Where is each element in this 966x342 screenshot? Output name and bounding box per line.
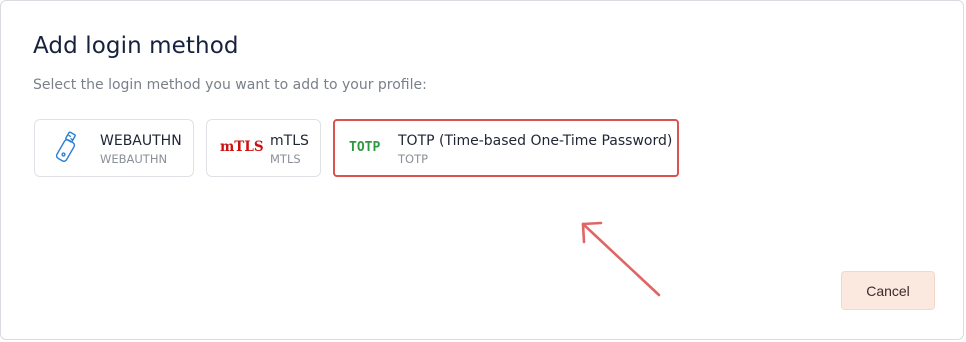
add-login-method-dialog: Add login method Select the login method… xyxy=(0,0,964,340)
method-sublabel: WEBAUTHN xyxy=(100,152,168,166)
method-card-totp[interactable]: TOTP TOTP (Time-based One-Time Password)… xyxy=(333,119,679,177)
mtls-logo-icon: mTLS xyxy=(220,139,264,155)
method-card-webauthn[interactable]: WEBAUTHN WEBAUTHN xyxy=(34,119,194,177)
totp-logo-icon: TOTP xyxy=(349,140,381,155)
method-label: mTLS xyxy=(270,133,309,149)
method-card-mtls[interactable]: mTLS mTLS MTLS xyxy=(206,119,321,177)
dialog-subtitle: Select the login method you want to add … xyxy=(33,77,427,93)
method-sublabel: MTLS xyxy=(270,152,301,166)
method-label: WEBAUTHN xyxy=(100,133,182,149)
usb-key-icon xyxy=(53,130,85,166)
annotation-arrow xyxy=(581,221,661,297)
method-label: TOTP (Time-based One-Time Password) xyxy=(398,133,673,149)
dialog-title: Add login method xyxy=(33,33,239,59)
cancel-button[interactable]: Cancel xyxy=(841,271,935,310)
method-sublabel: TOTP xyxy=(398,152,429,166)
